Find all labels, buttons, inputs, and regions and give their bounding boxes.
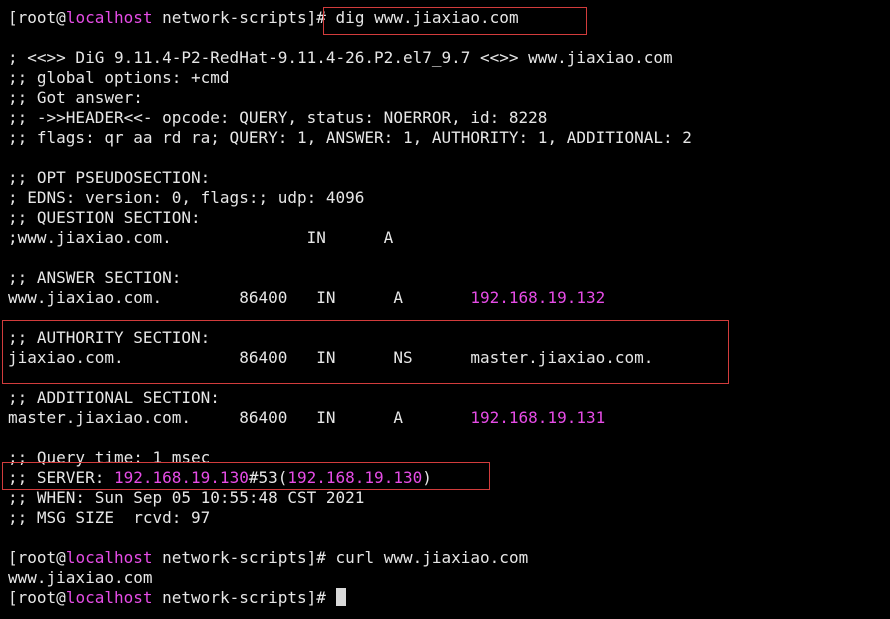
dig-command: dig www.jiaxiao.com: [335, 8, 519, 27]
authority-row: jiaxiao.com. 86400 IN NS master.jiaxiao.…: [8, 348, 654, 367]
server-close-paren: ): [422, 468, 432, 487]
when-line: ;; WHEN: Sun Sep 05 10:55:48 CST 2021: [8, 488, 365, 507]
server-label: ;; SERVER:: [8, 468, 114, 487]
text-cursor[interactable]: [335, 588, 346, 606]
curl-command: curl www.jiaxiao.com: [335, 548, 529, 567]
prompt-line-active[interactable]: [root@localhost network-scripts]#: [8, 588, 346, 608]
prompt-user: root: [17, 548, 57, 567]
prompt-cwd: network-scripts: [152, 8, 307, 27]
server-ip-repeat: 192.168.19.130: [287, 468, 423, 487]
prompt-open-bracket: [: [8, 8, 18, 27]
authority-section-title: ;; AUTHORITY SECTION:: [8, 328, 211, 347]
prompt-user: root: [17, 588, 57, 607]
terminal-window[interactable]: [root@localhost network-scripts]# dig ww…: [0, 0, 890, 619]
additional-record: master.jiaxiao.com. 86400 IN A: [8, 408, 471, 427]
msg-size-line: ;; MSG SIZE rcvd: 97: [8, 508, 211, 527]
prompt-host: localhost: [65, 8, 153, 27]
answer-record: www.jiaxiao.com. 86400 IN A: [8, 288, 471, 307]
question-row: ;www.jiaxiao.com. IN A: [8, 228, 394, 247]
prompt-host: localhost: [65, 548, 153, 567]
got-answer: ;; Got answer:: [8, 88, 143, 107]
edns-line: ; EDNS: version: 0, flags:; udp: 4096: [8, 188, 365, 207]
prompt-at: @: [56, 8, 66, 27]
server-ip: 192.168.19.130: [113, 468, 249, 487]
prompt-user: root: [17, 8, 57, 27]
prompt-open-bracket: [: [8, 588, 18, 607]
server-line: ;; SERVER: 192.168.19.130#53(192.168.19.…: [8, 468, 432, 488]
prompt-line-dig: [root@localhost network-scripts]# dig ww…: [8, 8, 519, 28]
prompt-line-curl: [root@localhost network-scripts]# curl w…: [8, 548, 528, 568]
prompt-suffix: ]#: [306, 8, 336, 27]
additional-row: master.jiaxiao.com. 86400 IN A 192.168.1…: [8, 408, 605, 428]
additional-section-title: ;; ADDITIONAL SECTION:: [8, 388, 220, 407]
prompt-cwd: network-scripts: [152, 588, 307, 607]
answer-row: www.jiaxiao.com. 86400 IN A 192.168.19.1…: [8, 288, 605, 308]
flags-line: ;; flags: qr aa rd ra; QUERY: 1, ANSWER:…: [8, 128, 692, 147]
opt-section-title: ;; OPT PSEUDOSECTION:: [8, 168, 211, 187]
prompt-at: @: [56, 588, 66, 607]
prompt-cwd: network-scripts: [152, 548, 307, 567]
answer-ip: 192.168.19.132: [470, 288, 606, 307]
prompt-host: localhost: [65, 588, 153, 607]
prompt-open-bracket: [: [8, 548, 18, 567]
global-options: ;; global options: +cmd: [8, 68, 230, 87]
header-line: ;; ->>HEADER<<- opcode: QUERY, status: N…: [8, 108, 548, 127]
question-section-title: ;; QUESTION SECTION:: [8, 208, 201, 227]
prompt-suffix: ]#: [306, 588, 336, 607]
server-port: #53(: [248, 468, 288, 487]
answer-section-title: ;; ANSWER SECTION:: [8, 268, 182, 287]
prompt-at: @: [56, 548, 66, 567]
additional-ip: 192.168.19.131: [470, 408, 606, 427]
query-time: ;; Query time: 1 msec: [8, 448, 211, 467]
dig-banner: ; <<>> DiG 9.11.4-P2-RedHat-9.11.4-26.P2…: [8, 48, 673, 67]
prompt-suffix: ]#: [306, 548, 336, 567]
curl-result: www.jiaxiao.com: [8, 568, 153, 587]
